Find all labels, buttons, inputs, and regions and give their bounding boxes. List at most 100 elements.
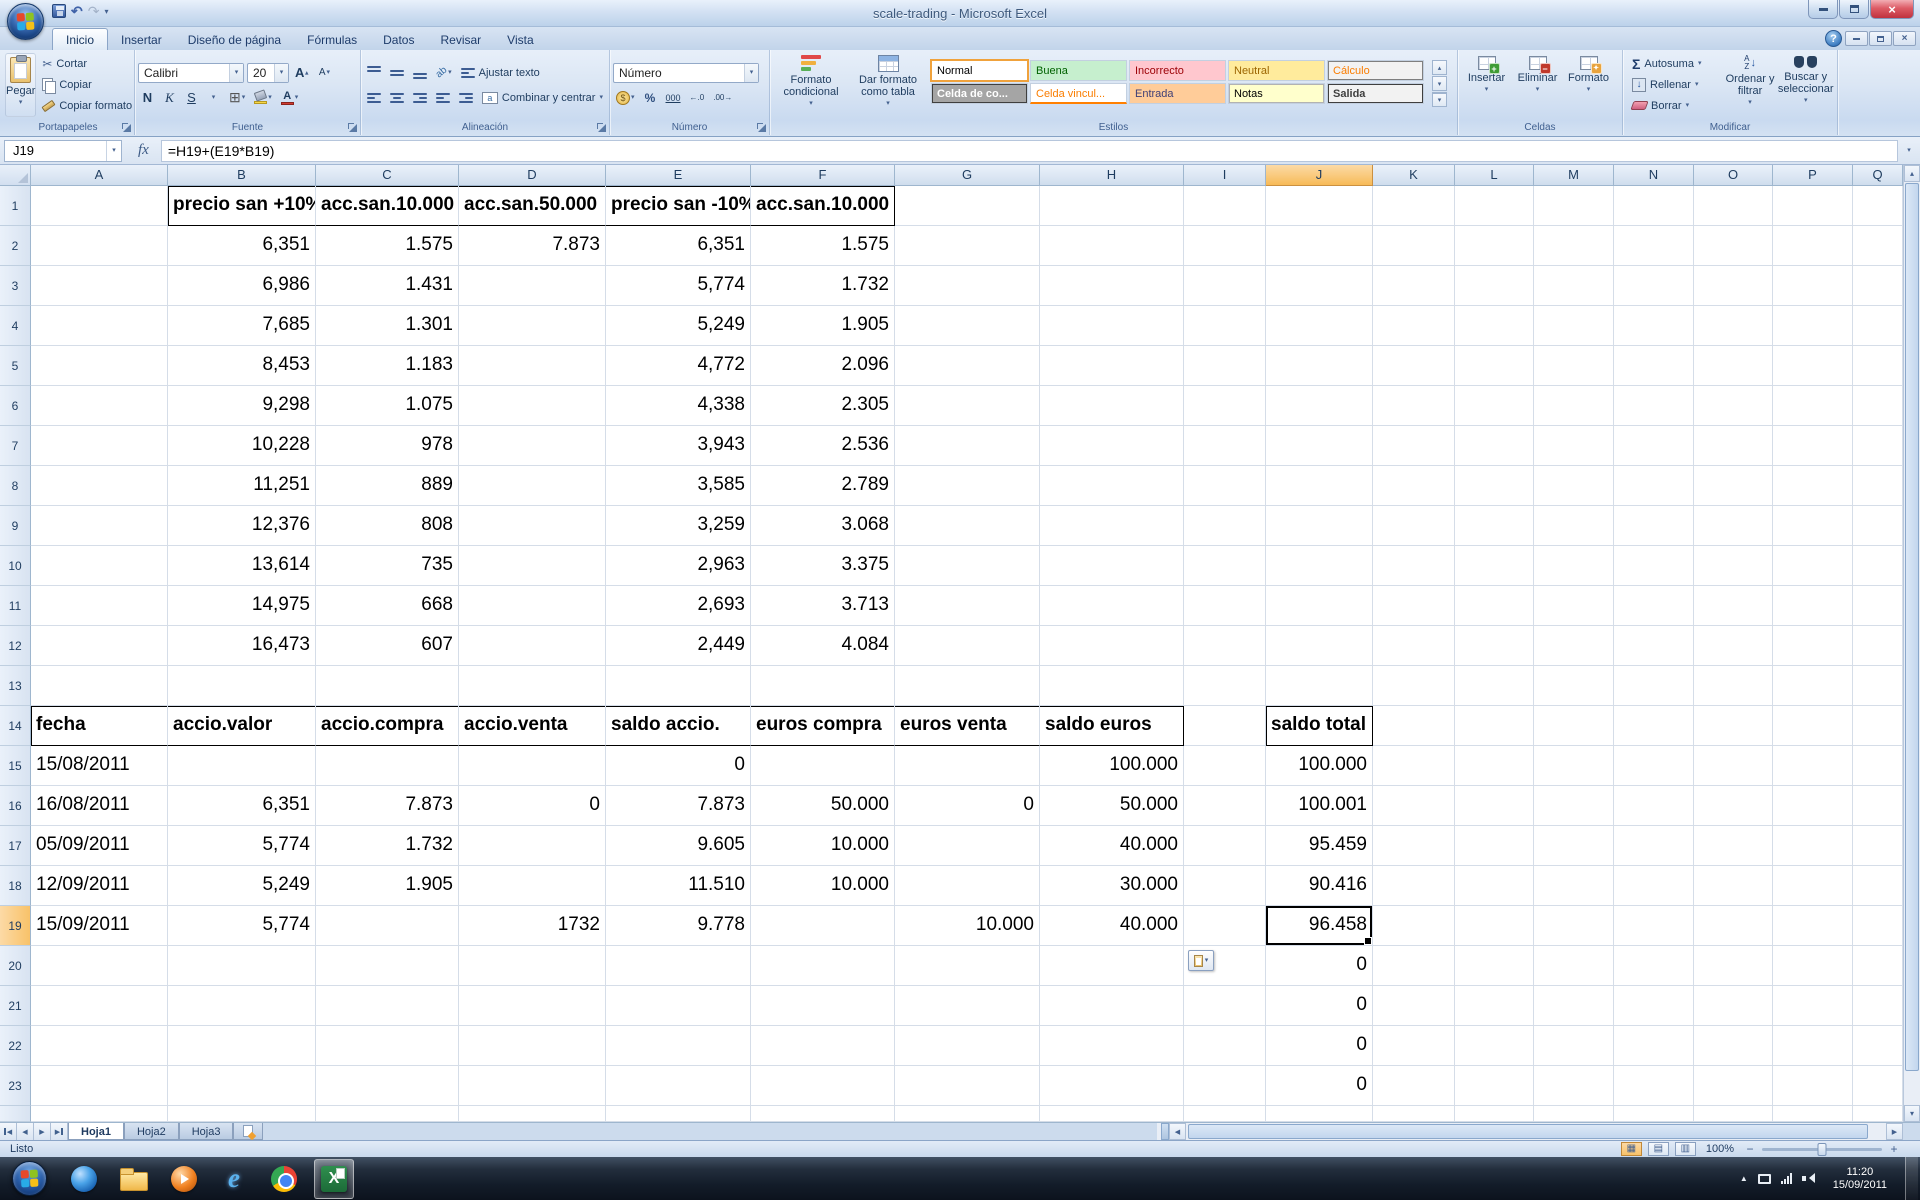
first-sheet-button[interactable] [0,1123,17,1140]
cell-L9[interactable] [1455,506,1534,546]
cell-H17[interactable]: 40.000 [1040,826,1184,866]
cell-D16[interactable]: 0 [459,786,606,826]
cell-O13[interactable] [1694,666,1773,706]
cell-Q15[interactable] [1853,746,1903,786]
shrink-font-button[interactable]: A [315,63,334,82]
cell-C16[interactable]: 7.873 [316,786,459,826]
cell-L10[interactable] [1455,546,1534,586]
orientation-button[interactable] [433,63,455,82]
cell-L17[interactable] [1455,826,1534,866]
cell-Q2[interactable] [1853,226,1903,266]
cell-J4[interactable] [1266,306,1373,346]
column-header-H[interactable]: H [1040,165,1184,186]
gallery-up-button[interactable] [1432,60,1447,75]
cell-D5[interactable] [459,346,606,386]
cell-D15[interactable] [459,746,606,786]
cell-D6[interactable] [459,386,606,426]
cell-A12[interactable] [31,626,168,666]
cell-A17[interactable]: 05/09/2011 [31,826,168,866]
workbook-minimize-button[interactable] [1845,31,1868,46]
cell-A24[interactable] [31,1106,168,1122]
cell-B12[interactable]: 16,473 [168,626,316,666]
cell-Q10[interactable] [1853,546,1903,586]
cell-F10[interactable]: 3.375 [751,546,895,586]
cell-D18[interactable] [459,866,606,906]
cell-D7[interactable] [459,426,606,466]
merge-center-button[interactable]: Combinar y centrar [479,88,606,107]
cell-I1[interactable] [1184,186,1266,226]
cell-F18[interactable]: 10.000 [751,866,895,906]
cell-G20[interactable] [895,946,1040,986]
cell-N7[interactable] [1614,426,1694,466]
scroll-left-button[interactable] [1169,1123,1186,1140]
insert-cells-button[interactable]: Insertar [1461,53,1512,117]
cell-Q3[interactable] [1853,266,1903,306]
cell-I21[interactable] [1184,986,1266,1026]
cell-P14[interactable] [1773,706,1853,746]
cell-C15[interactable] [316,746,459,786]
cell-G1[interactable] [895,186,1040,226]
cell-L13[interactable] [1455,666,1534,706]
cell-M10[interactable] [1534,546,1614,586]
cell-B13[interactable] [168,666,316,706]
cell-H8[interactable] [1040,466,1184,506]
cell-A1[interactable] [31,186,168,226]
cell-H20[interactable] [1040,946,1184,986]
cell-B3[interactable]: 6,986 [168,266,316,306]
cell-N10[interactable] [1614,546,1694,586]
scroll-down-button[interactable] [1904,1105,1920,1122]
cell-Q13[interactable] [1853,666,1903,706]
cell-M9[interactable] [1534,506,1614,546]
expand-formula-bar-button[interactable] [1900,140,1918,162]
row-header-5[interactable]: 5 [0,346,31,386]
align-right-button[interactable] [410,88,430,107]
cell-K18[interactable] [1373,866,1455,906]
cell-C20[interactable] [316,946,459,986]
scroll-right-button[interactable] [1886,1123,1903,1140]
name-box[interactable]: J19 [4,140,122,162]
column-header-Q[interactable]: Q [1853,165,1903,186]
cell-G8[interactable] [895,466,1040,506]
cell-E8[interactable]: 3,585 [606,466,751,506]
page-layout-view-button[interactable] [1648,1142,1669,1156]
cell-J20[interactable]: 0 [1266,946,1373,986]
cell-N3[interactable] [1614,266,1694,306]
tab-insertar[interactable]: Insertar [108,29,175,50]
zoom-level[interactable]: 100% [1706,1143,1734,1155]
taskbar-icon-internet-explorer[interactable] [214,1159,254,1199]
cell-H1[interactable] [1040,186,1184,226]
cell-M21[interactable] [1534,986,1614,1026]
cell-G9[interactable] [895,506,1040,546]
cell-E15[interactable]: 0 [606,746,751,786]
cell-J1[interactable] [1266,186,1373,226]
cell-O20[interactable] [1694,946,1773,986]
cell-E1[interactable]: precio san -10% [606,186,751,226]
cell-Q22[interactable] [1853,1026,1903,1066]
cell-J18[interactable]: 90.416 [1266,866,1373,906]
sheet-tab-hoja3[interactable]: Hoja3 [179,1123,234,1140]
cell-M3[interactable] [1534,266,1614,306]
cell-I18[interactable] [1184,866,1266,906]
cell-E10[interactable]: 2,963 [606,546,751,586]
cell-I17[interactable] [1184,826,1266,866]
cell-H18[interactable]: 30.000 [1040,866,1184,906]
cell-N12[interactable] [1614,626,1694,666]
horizontal-scrollbar[interactable] [1157,1123,1903,1140]
cell-G3[interactable] [895,266,1040,306]
taskbar-icon-explorer[interactable] [114,1159,154,1199]
cell-L12[interactable] [1455,626,1534,666]
cell-C9[interactable]: 808 [316,506,459,546]
percent-format-button[interactable]: % [641,88,660,107]
cell-D14[interactable]: accio.venta [459,706,606,746]
cell-N16[interactable] [1614,786,1694,826]
maximize-button[interactable] [1839,0,1869,19]
scroll-up-button[interactable] [1904,165,1920,182]
cell-I7[interactable] [1184,426,1266,466]
cell-A9[interactable] [31,506,168,546]
page-break-view-button[interactable] [1675,1142,1696,1156]
start-button[interactable] [12,1161,47,1196]
column-header-K[interactable]: K [1373,165,1455,186]
cell-B1[interactable]: precio san +10% [168,186,316,226]
cell-O5[interactable] [1694,346,1773,386]
cell-H14[interactable]: saldo euros [1040,706,1184,746]
